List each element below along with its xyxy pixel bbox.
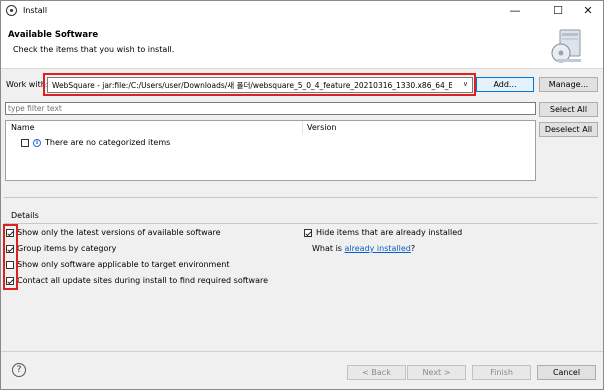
title-bar: Install — ☐ ✕ (1, 1, 603, 22)
empty-message: There are no categorized items (45, 138, 171, 147)
install-dialog: Install — ☐ ✕ Available Software Check t… (0, 0, 604, 390)
finish-button[interactable]: Finish (472, 365, 531, 380)
filter-field[interactable] (5, 102, 536, 115)
details-separator (4, 223, 598, 224)
latest-versions-label[interactable]: Show only the latest versions of availab… (17, 228, 221, 237)
already-installed-suffix: ? (410, 244, 416, 253)
hide-installed-checkbox[interactable] (304, 229, 312, 237)
info-icon: i (33, 139, 41, 147)
wizard-header: Available Software Check the items that … (1, 22, 603, 69)
page-title: Available Software (8, 30, 99, 40)
cancel-button[interactable]: Cancel (537, 365, 596, 380)
manage-button[interactable]: Manage... (539, 77, 598, 92)
deselect-all-button[interactable]: Deselect All (539, 122, 598, 137)
computer-install-icon (551, 29, 581, 63)
separator (4, 197, 598, 198)
add-button[interactable]: Add... (476, 77, 534, 92)
details-label: Details (11, 211, 39, 220)
filter-input[interactable] (6, 103, 535, 114)
page-description: Check the items that you wish to install… (13, 45, 175, 54)
footer-separator (1, 351, 603, 352)
highlight-box-work-with (43, 73, 476, 96)
window-title: Install (23, 6, 48, 15)
column-header-name[interactable]: Name (11, 123, 35, 132)
column-divider[interactable] (302, 121, 303, 135)
tree-item-checkbox[interactable] (21, 139, 29, 147)
eclipse-icon (6, 5, 17, 16)
already-installed-link[interactable]: already installed (345, 244, 411, 253)
column-header-version[interactable]: Version (307, 123, 336, 132)
already-installed-prefix: What is (312, 244, 345, 253)
applicable-only-label[interactable]: Show only software applicable to target … (17, 260, 229, 269)
select-all-button[interactable]: Select All (539, 102, 598, 117)
next-button[interactable]: Next > (407, 365, 466, 380)
already-installed-text: What is already installed? (312, 244, 415, 253)
maximize-button[interactable]: ☐ (547, 3, 569, 19)
hide-installed-label[interactable]: Hide items that are already installed (316, 228, 462, 237)
contact-update-sites-label[interactable]: Contact all update sites during install … (17, 276, 268, 285)
minimize-button[interactable]: — (504, 3, 526, 19)
close-button[interactable]: ✕ (577, 3, 599, 19)
help-icon[interactable]: ? (12, 363, 26, 377)
back-button[interactable]: < Back (347, 365, 406, 380)
software-tree[interactable]: Name Version i There are no categorized … (5, 120, 536, 181)
highlight-box-checkboxes (3, 224, 18, 290)
group-by-category-label[interactable]: Group items by category (17, 244, 116, 253)
